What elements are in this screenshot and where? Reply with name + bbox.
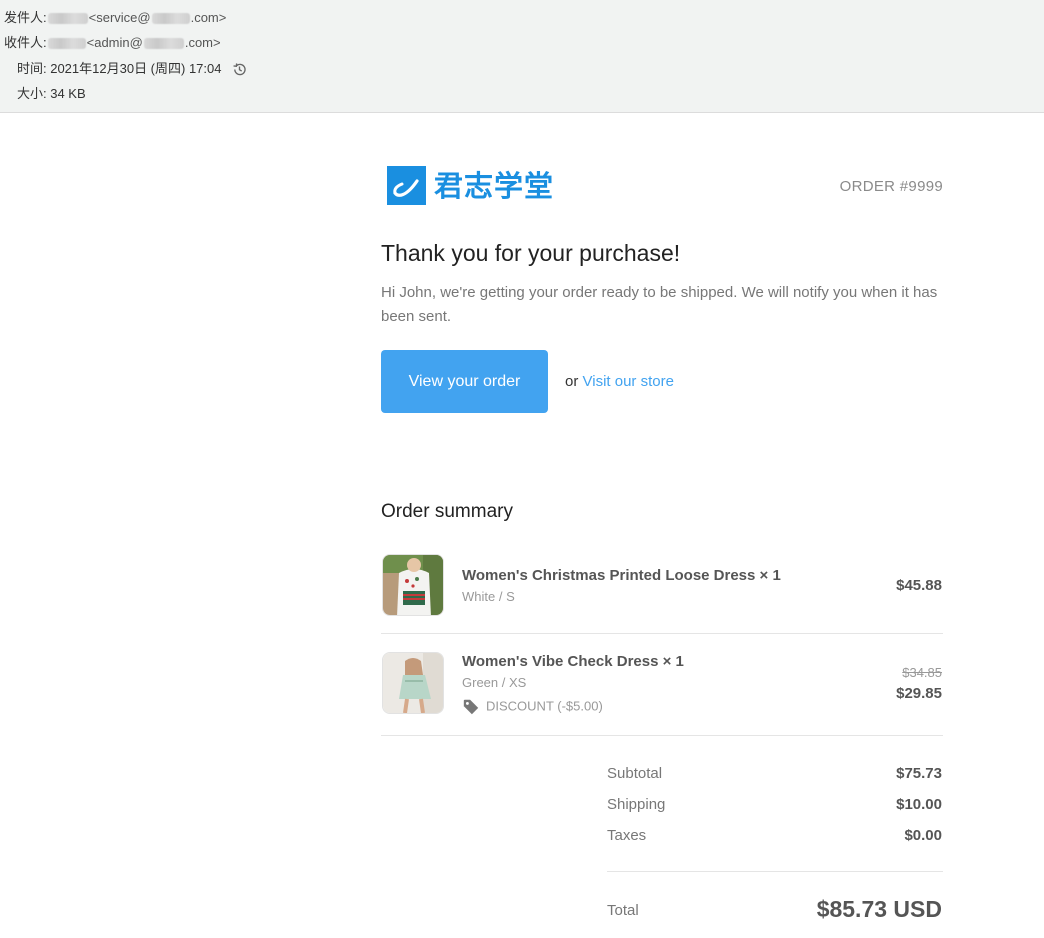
item-divider xyxy=(381,633,943,634)
discount-text: DISCOUNT (-$5.00) xyxy=(486,698,603,714)
from-address-end[interactable]: .com> xyxy=(191,10,227,25)
redacted-domain xyxy=(151,13,190,25)
tag-icon xyxy=(463,699,479,715)
brand-logo: 君志学堂 xyxy=(387,166,562,206)
subtotal-label: Subtotal xyxy=(607,765,663,782)
mail-size-row: 大小: 34 KB xyxy=(17,85,86,103)
item-name: Women's Christmas Printed Loose Dress × … xyxy=(462,567,781,584)
taxes-label: Taxes xyxy=(607,827,647,844)
swoosh-icon xyxy=(393,179,419,197)
total-label: Total xyxy=(607,902,639,919)
item-name: Women's Vibe Check Dress × 1 xyxy=(462,653,684,670)
item-variant: White / S xyxy=(462,589,515,604)
item-variant: Green / XS xyxy=(462,675,527,690)
redacted-name xyxy=(47,13,88,25)
total-value: $85.73 USD xyxy=(816,896,942,922)
mail-from-row: 发件人: <service@ .com> xyxy=(4,9,226,27)
items-divider xyxy=(381,735,943,736)
from-label: 发件人: xyxy=(4,10,47,25)
intro-text: Hi John, we're getting your order ready … xyxy=(381,284,938,325)
order-summary-title: Order summary xyxy=(381,501,513,522)
from-address-start[interactable]: <service@ xyxy=(89,10,151,25)
discount-badge: DISCOUNT (-$5.00) xyxy=(462,698,603,716)
redacted-name xyxy=(47,38,86,50)
mail-time: 时间: 2021年12月30日 (周四) 17:04 xyxy=(17,61,222,76)
mail-header: 发件人: <service@ .com> 收件人: <admin@ .com> 时间: … xyxy=(0,0,1044,113)
item-original-price: $34.85 xyxy=(902,665,942,680)
brand-name: 君志学堂 xyxy=(434,169,555,203)
view-order-button[interactable]: View your order xyxy=(381,350,548,413)
subtotal-value: $75.73 xyxy=(896,765,942,782)
to-label: 收件人: xyxy=(4,35,47,50)
shipping-value: $10.00 xyxy=(896,796,942,813)
shipping-label: Shipping xyxy=(607,796,666,813)
order-number: ORDER #9999 xyxy=(839,178,943,195)
redacted-domain xyxy=(143,38,184,50)
item-price: $29.85 xyxy=(896,685,942,702)
alt-action: or Visit our store xyxy=(565,373,674,390)
page-title: Thank you for your purchase! xyxy=(381,240,681,266)
mail-time-row: 时间: 2021年12月30日 (周四) 17:04 xyxy=(17,60,248,78)
brand-logo-mark xyxy=(387,166,426,205)
item-price: $45.88 xyxy=(896,577,942,594)
taxes-value: $0.00 xyxy=(904,827,942,844)
total-divider xyxy=(607,871,943,872)
product-image-vibe-check-dress[interactable] xyxy=(382,652,444,714)
to-address-start[interactable]: <admin@ xyxy=(87,35,143,50)
to-address-end[interactable]: .com> xyxy=(185,35,221,50)
visit-store-link[interactable]: Visit our store xyxy=(583,373,674,390)
mail-to-row: 收件人: <admin@ .com> xyxy=(4,34,221,52)
product-image-christmas-dress[interactable] xyxy=(382,554,444,616)
mail-size: 大小: 34 KB xyxy=(17,86,86,101)
or-label: or xyxy=(565,373,579,390)
history-icon[interactable] xyxy=(231,61,248,78)
